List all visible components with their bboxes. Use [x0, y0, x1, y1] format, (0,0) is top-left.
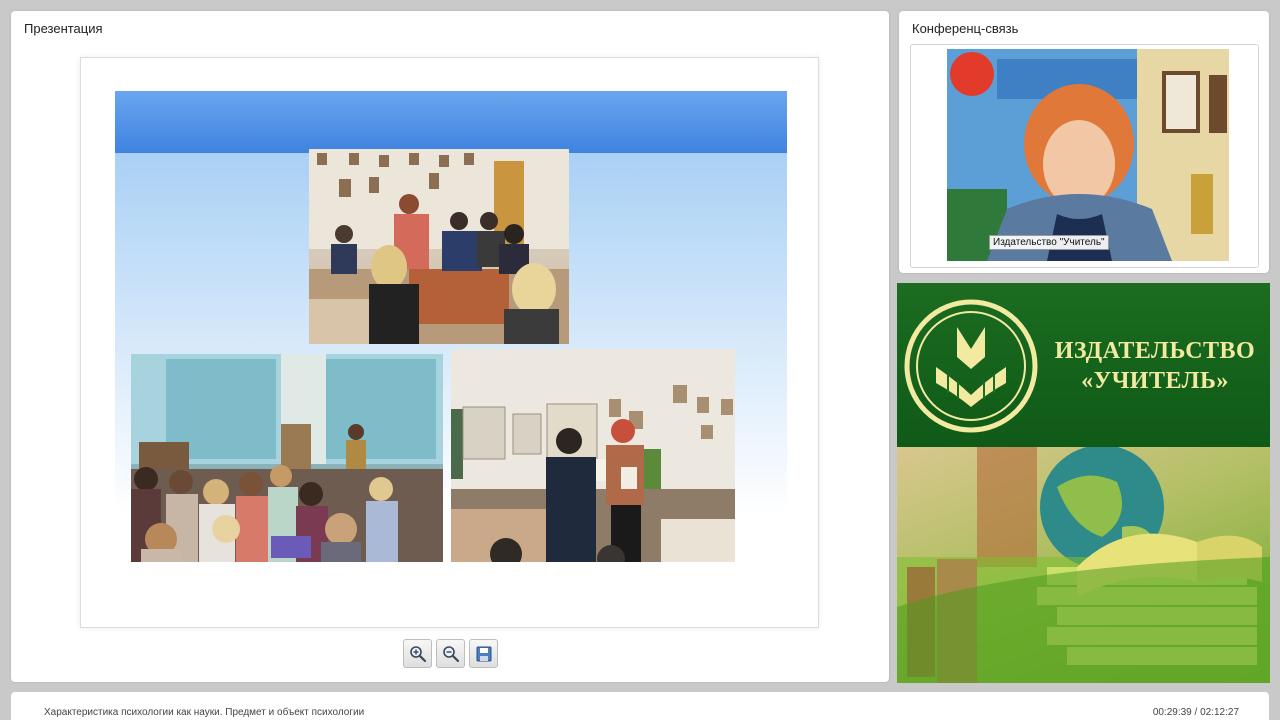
save-icon: [476, 646, 491, 661]
slide-photo-teachers-presenting: [451, 349, 735, 562]
time-readout: 00:29:39 / 02:12:27: [1152, 707, 1239, 718]
conference-title: Конференц-связь: [912, 21, 1019, 36]
slide-header-bar: [115, 91, 787, 153]
conference-panel: Конференц-связь Издательство "Учитель": [899, 11, 1269, 273]
publisher-name-line2: «УЧИТЕЛЬ»: [1081, 368, 1229, 394]
presentation-toolbar: [403, 639, 498, 668]
zoom-in-button[interactable]: [403, 639, 432, 668]
zoom-out-icon: [442, 645, 459, 662]
presentation-slide: [80, 57, 819, 628]
lecture-title: Характеристика психологии как науки. Пре…: [44, 707, 365, 718]
publisher-logo-icon: [904, 299, 1038, 433]
zoom-in-icon: [409, 645, 426, 662]
publisher-banner: ИЗДАТЕЛЬСТВО «УЧИТЕЛЬ»: [897, 283, 1270, 683]
zoom-out-button[interactable]: [436, 639, 465, 668]
presentation-panel: Презентация: [11, 11, 889, 682]
slide-photo-teachers-seminar: [131, 354, 443, 562]
slide-photo-classroom-students: [309, 149, 569, 344]
presentation-title: Презентация: [24, 21, 103, 36]
publisher-name-line1: ИЗДАТЕЛЬСТВО: [1054, 338, 1256, 364]
save-button[interactable]: [469, 639, 498, 668]
status-bar: Характеристика психологии как науки. Пре…: [11, 692, 1269, 720]
video-caption: Издательство "Учитель": [989, 235, 1109, 250]
publisher-name: ИЗДАТЕЛЬСТВО «УЧИТЕЛЬ»: [1043, 336, 1267, 396]
banner-header: ИЗДАТЕЛЬСТВО «УЧИТЕЛЬ»: [897, 283, 1270, 447]
webcam-video[interactable]: [947, 49, 1229, 261]
video-frame: Издательство "Учитель": [910, 44, 1259, 268]
banner-books-image: [897, 445, 1270, 683]
